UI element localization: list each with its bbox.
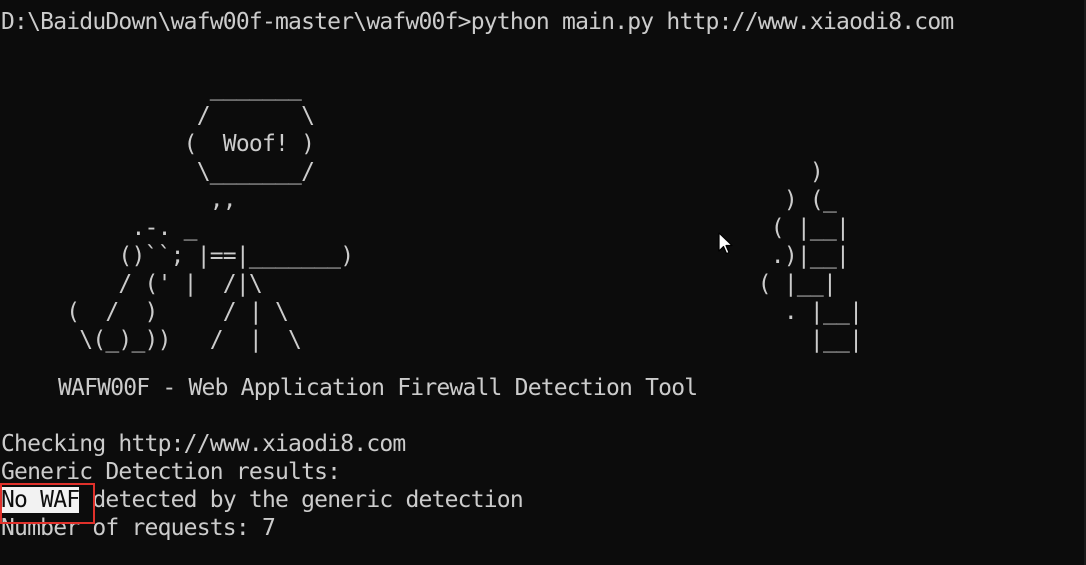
checking-url-line: Checking http://www.xiaodi8.com (1, 431, 406, 457)
mouse-pointer-icon (718, 232, 733, 255)
wafw00f-ascii-art: _______ / \ ( Woof! ) \_______/ ) ,, ) (… (66, 75, 863, 353)
detection-result-text: detected by the generic detection (79, 487, 523, 513)
detection-result-line: No WAF detected by the generic detection (1, 486, 524, 514)
generic-detection-header: Generic Detection results: (1, 459, 341, 485)
banner-title: WAFW00F - Web Application Firewall Detec… (58, 375, 698, 401)
no-waf-highlight: No WAF (1, 487, 80, 513)
request-count-line: Number of requests: 7 (1, 515, 276, 541)
command-prompt-line: D:\BaiduDown\wafw00f-master\wafw00f>pyth… (1, 9, 954, 35)
terminal-window[interactable]: D:\BaiduDown\wafw00f-master\wafw00f>pyth… (0, 0, 1086, 565)
